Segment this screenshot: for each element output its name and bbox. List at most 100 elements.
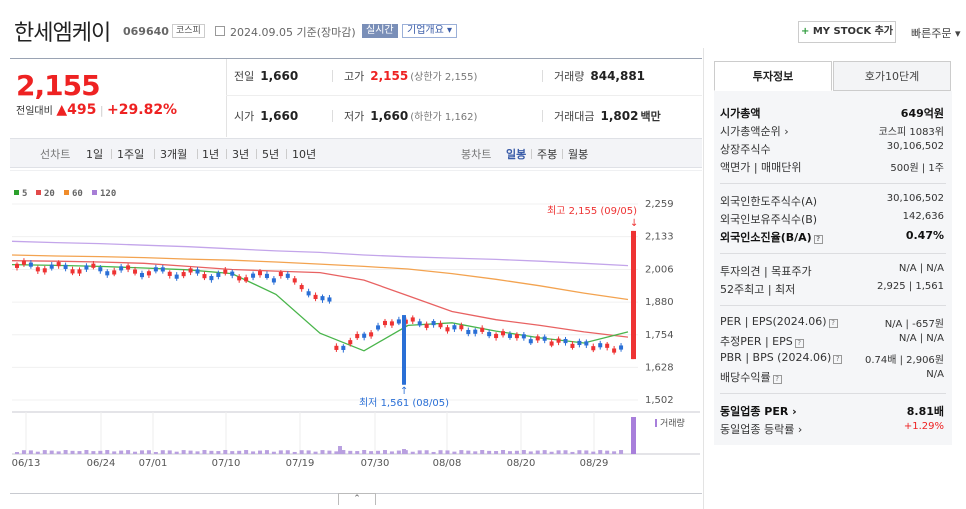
candle-body <box>320 296 325 301</box>
volume-bar <box>598 450 603 454</box>
quick-order-button[interactable]: 빠른주문 ▾ <box>911 25 961 41</box>
candle-body <box>35 267 40 272</box>
candle-body <box>278 271 283 277</box>
candle-body <box>612 348 617 353</box>
info-label: PBR | BPS (2024.06)? <box>720 351 843 364</box>
volume-bar <box>605 450 610 454</box>
candle-body <box>299 285 304 290</box>
candle-body <box>153 267 158 272</box>
tab-5year[interactable]: 5년 <box>262 146 279 162</box>
tab-candle-chart[interactable]: 봉차트 <box>461 146 491 162</box>
volume-bar <box>119 450 124 454</box>
low-value: 1,660 <box>370 109 409 123</box>
tab-investment-info[interactable]: 투자정보 <box>714 61 832 91</box>
tab-1year[interactable]: 1년 <box>202 146 219 162</box>
candle-body <box>160 267 165 272</box>
volume-bar <box>452 451 457 454</box>
help-icon[interactable]: ? <box>833 355 843 364</box>
lower-limit: (하한가 1,162) <box>410 112 478 123</box>
volume-bar <box>507 451 512 454</box>
tab-10year[interactable]: 10년 <box>292 146 316 162</box>
candle-body <box>494 333 499 339</box>
candle-body <box>598 343 603 348</box>
candle-body <box>605 343 610 348</box>
candle-body <box>209 276 214 281</box>
volume-legend-label: 거래량 <box>660 417 685 429</box>
tab-weekly[interactable]: 주봉 <box>537 146 557 162</box>
realtime-button[interactable]: 실시간 <box>362 24 398 38</box>
candle-body <box>410 317 415 322</box>
upper-limit: (상한가 2,155) <box>410 72 478 83</box>
open-price: 시가 1,660 <box>234 108 298 124</box>
volume-bar <box>631 417 636 454</box>
x-tick-label: 07/30 <box>361 458 390 469</box>
volume-bar <box>556 450 561 454</box>
collapse-chart-button[interactable]: ⌃ <box>338 493 376 505</box>
help-icon[interactable]: ? <box>828 319 838 328</box>
volume-bar <box>619 450 624 454</box>
candle-body <box>181 272 186 277</box>
tab-3year[interactable]: 3년 <box>232 146 249 162</box>
candle-body <box>577 340 582 346</box>
candle-body <box>139 272 144 278</box>
info-value: 8.81배 <box>906 405 944 418</box>
tab-1week[interactable]: 1주일 <box>117 146 144 162</box>
candle-body <box>21 260 26 265</box>
change-value: 495 <box>67 102 97 118</box>
divider <box>226 95 702 96</box>
volume-bar <box>181 450 186 454</box>
divider <box>542 110 543 122</box>
volume-bar <box>292 451 297 454</box>
candle-body <box>133 269 138 274</box>
investment-info-body: 시가총액 649억원 시가총액순위 › 코스피 1083위 상장주식수 30,106,50… <box>714 91 952 445</box>
legend-label: 20 <box>44 189 55 199</box>
volume-bar <box>202 450 207 454</box>
candle-body <box>244 277 249 282</box>
company-name: 한세엠케이 <box>14 21 111 46</box>
help-icon[interactable]: ? <box>772 375 782 384</box>
candle-body <box>230 271 235 276</box>
tab-monthly[interactable]: 월봉 <box>568 146 588 162</box>
tab-3month[interactable]: 3개월 <box>160 146 187 162</box>
price-chart[interactable]: 5 20 60 120 2,259 2,133 2,006 1,880 1,754 1,628 1… <box>0 170 702 470</box>
volume-bar <box>438 450 443 454</box>
volume-legend-swatch <box>655 419 657 427</box>
tab-1day[interactable]: 1일 <box>86 146 103 162</box>
candle-body <box>49 264 54 269</box>
tab-daily[interactable]: 일봉 <box>506 146 526 162</box>
volume-bar <box>237 450 242 454</box>
ma20-line <box>11 260 629 338</box>
volume-bar <box>376 450 381 454</box>
candle-body <box>563 338 568 344</box>
info-value: 0.47% <box>905 229 944 242</box>
divider <box>197 149 198 159</box>
candle-body <box>174 274 179 279</box>
low-label: 저가 <box>344 110 365 123</box>
info-value: 0.74배 | 2,906원 <box>864 355 944 366</box>
help-icon[interactable]: ? <box>794 339 804 348</box>
divider <box>226 59 227 137</box>
company-overview-dropdown[interactable]: 기업개요 ▾ <box>402 24 457 38</box>
volume-bar <box>98 450 103 454</box>
tab-line-chart[interactable]: 선차트 <box>40 146 70 162</box>
x-tick-label: 06/24 <box>87 458 116 469</box>
help-icon[interactable]: ? <box>813 235 823 244</box>
open-label: 시가 <box>234 110 255 123</box>
add-my-stock-button[interactable]: + MY STOCK 추가 <box>798 21 896 43</box>
tab-orderbook-10[interactable]: 호가10단계 <box>833 61 951 91</box>
change-rate: +29.82% <box>107 102 178 118</box>
y-tick-label: 1,628 <box>645 362 674 373</box>
prev-close: 전일 1,660 <box>234 68 298 84</box>
info-value: N/A | N/A <box>898 333 944 344</box>
info-value: 500원 | 1주 <box>890 163 944 174</box>
volume-bar <box>230 451 235 454</box>
info-value: 649억원 <box>900 107 944 120</box>
high-price: 고가 2,155 (상한가 2,155) <box>344 68 477 84</box>
candle-body <box>376 325 381 330</box>
x-tick-label: 07/19 <box>286 458 315 469</box>
volume-bar <box>334 451 339 454</box>
volume-bar <box>264 450 269 454</box>
info-tabs: 투자정보 호가10단계 <box>714 61 952 91</box>
candle-body <box>258 271 263 276</box>
volume-bar <box>459 450 464 454</box>
